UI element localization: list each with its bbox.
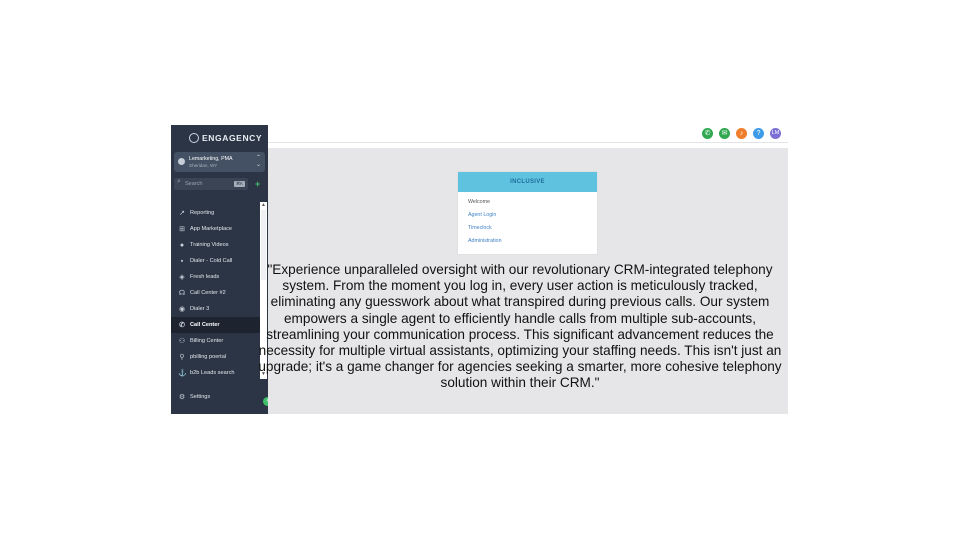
administration-link[interactable]: Administration bbox=[468, 238, 502, 244]
sidebar: ENGAGENCY Lemarketing, PMA Sheridan, WY … bbox=[171, 125, 272, 414]
sidebar-nav: ↗ Reporting ⊞ App Marketplace ● Training Vi… bbox=[171, 205, 260, 381]
sidebar-item-fresh-leads[interactable]: ◈ Fresh leads bbox=[171, 269, 260, 285]
tag-icon: ◈ bbox=[179, 274, 185, 281]
headset-icon: ☊ bbox=[178, 290, 186, 297]
search-placeholder: Search bbox=[185, 181, 203, 187]
search-icon: ⌕ bbox=[177, 178, 181, 185]
grid-icon: ⊞ bbox=[179, 226, 185, 233]
sidebar-item-reporting[interactable]: ↗ Reporting bbox=[171, 205, 260, 221]
bell-icon: ♪ bbox=[739, 130, 744, 137]
quick-add-icon[interactable]: + bbox=[255, 179, 260, 189]
sidebar-item-b2b-leads-search[interactable]: ⚓ b2b Leads search bbox=[171, 365, 260, 381]
notifications-button[interactable]: ♪ bbox=[736, 128, 747, 139]
brand-mark-icon bbox=[189, 133, 199, 143]
account-icon bbox=[178, 158, 185, 165]
sidebar-item-call-center[interactable]: ✆ Call Center bbox=[171, 317, 260, 333]
sidebar-item-billing-center[interactable]: ⚇ Billing Center bbox=[171, 333, 260, 349]
sidebar-item-label: Call Center #2 bbox=[190, 290, 226, 296]
search-input[interactable]: ⌕ Search ⌘K bbox=[174, 178, 248, 190]
call-center-portal-card: INCLUSIVE Welcome Agent Login Timeclock … bbox=[458, 172, 597, 254]
sidebar-item-label: App Marketplace bbox=[190, 226, 232, 232]
search-shortcut-badge: ⌘K bbox=[233, 181, 245, 187]
sidebar-item-label: Settings bbox=[190, 394, 211, 400]
agent-login-link[interactable]: Agent Login bbox=[468, 212, 496, 218]
inclusive-logo: INCLUSIVE bbox=[510, 179, 545, 185]
magnify-icon: ⚲ bbox=[179, 354, 185, 361]
sidebar-item-label: Reporting bbox=[190, 210, 215, 216]
help-icon: ? bbox=[756, 130, 761, 137]
sidebar-item-label: Dialer - Cold Call bbox=[190, 258, 233, 264]
billing-icon: ⚇ bbox=[178, 338, 186, 345]
info-icon: ● bbox=[179, 241, 185, 249]
sidebar-item-label: pbilling poertal bbox=[190, 354, 227, 360]
sidebar-item-label: Fresh leads bbox=[190, 274, 220, 280]
chat-icon: ✉ bbox=[721, 130, 728, 137]
sidebar-item-training-videos[interactable]: ● Training Videos bbox=[171, 237, 260, 253]
welcome-text: Welcome bbox=[468, 199, 490, 205]
dial-icon: ◉ bbox=[178, 306, 186, 313]
phone-icon: ✆ bbox=[179, 322, 185, 329]
sidebar-item-dialer-cold-call[interactable]: ▪ Dialer - Cold Call bbox=[171, 253, 260, 269]
anchor-icon: ⚓ bbox=[178, 370, 187, 377]
sidebar-item-pbilling-poertal[interactable]: ⚲ pbilling poertal bbox=[171, 349, 260, 365]
chevron-updown-icon: ⌃ ⌄ bbox=[255, 155, 261, 168]
trend-icon: ↗ bbox=[179, 210, 185, 217]
sidebar-item-settings[interactable]: ⚙ Settings bbox=[178, 393, 210, 401]
sidebar-item-label: Training Videos bbox=[190, 242, 229, 248]
sidebar-item-label: Dialer 3 bbox=[190, 306, 210, 312]
sidebar-item-app-marketplace[interactable]: ⊞ App Marketplace bbox=[171, 221, 260, 237]
account-switcher[interactable]: Lemarketing, PMA Sheridan, WY ⌃ ⌄ bbox=[174, 152, 265, 172]
brand-logo[interactable]: ENGAGENCY bbox=[189, 131, 262, 145]
top-bar: ✆ ✉ ♪ ? LM bbox=[268, 125, 788, 143]
sidebar-item-dialer-3[interactable]: ◉ Dialer 3 bbox=[171, 301, 260, 317]
sidebar-item-label: b2b Leads search bbox=[190, 370, 235, 376]
brand-name: ENGAGENCY bbox=[202, 133, 263, 143]
scroll-up-icon[interactable]: ▲ bbox=[261, 202, 266, 208]
dialer-icon: ▪ bbox=[180, 257, 184, 265]
account-name: Lemarketing, PMA bbox=[189, 156, 233, 162]
help-button[interactable]: ? bbox=[753, 128, 764, 139]
phone-button[interactable]: ✆ bbox=[702, 128, 713, 139]
testimonial-caption: "Experience unparalleled oversight with … bbox=[258, 262, 782, 391]
sidebar-item-label: Billing Center bbox=[190, 338, 224, 344]
sidebar-item-label: Call Center bbox=[190, 322, 220, 328]
sidebar-item-call-center-2[interactable]: ☊ Call Center #2 bbox=[171, 285, 260, 301]
timeclock-link[interactable]: Timeclock bbox=[468, 225, 492, 231]
account-location: Sheridan, WY bbox=[189, 163, 218, 168]
chat-button[interactable]: ✉ bbox=[719, 128, 730, 139]
phone-icon: ✆ bbox=[704, 130, 711, 137]
avatar-initials: LM bbox=[771, 130, 780, 136]
card-header: INCLUSIVE bbox=[458, 172, 597, 192]
gear-icon: ⚙ bbox=[178, 394, 186, 401]
user-avatar[interactable]: LM bbox=[770, 128, 781, 139]
